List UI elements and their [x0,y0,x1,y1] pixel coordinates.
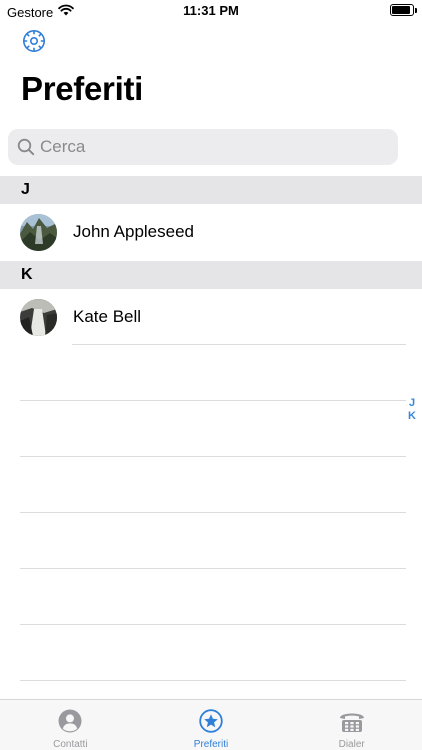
avatar [20,298,57,336]
phone-keypad-icon [338,708,366,734]
page-title: Preferiti [21,70,144,107]
battery-cap [415,8,417,13]
tab-contatti[interactable]: Contatti [0,700,141,750]
contact-name: John Appleseed [73,222,194,241]
avatar [20,213,57,251]
person-circle-icon [58,708,82,734]
contact-row-john-appleseed[interactable]: John Appleseed [0,204,422,260]
section-header-k: K [0,261,422,289]
tab-bar: Contatti Preferiti Dialer [0,699,422,750]
search-icon [17,137,37,157]
row-separator [20,624,406,625]
index-letter-k[interactable]: K [408,410,416,423]
row-separator [20,680,406,681]
tab-preferiti[interactable]: Preferiti [141,700,282,750]
contact-row-kate-bell[interactable]: Kate Bell [0,289,422,345]
tab-label: Dialer [338,739,365,750]
status-time: 11:31 PM [183,3,239,18]
search-input[interactable] [40,137,380,157]
contact-name: Kate Bell [73,307,142,326]
section-header-j: J [0,176,422,204]
index-letter-j[interactable]: J [409,397,415,410]
row-separator [20,568,406,569]
settings-button[interactable] [20,29,48,57]
section-index[interactable]: J K [407,397,417,423]
search-bar[interactable] [8,129,398,165]
row-separator [20,400,406,401]
row-separator [72,344,406,345]
star-circle-icon [199,708,223,734]
battery-icon [390,4,417,16]
row-separator [20,456,406,457]
tab-dialer[interactable]: Dialer [281,700,422,750]
tab-label: Preferiti [193,739,229,750]
row-separator [20,512,406,513]
status-bar: Gestore 11:31 PM [0,0,422,22]
battery-fill [392,6,410,14]
gear-icon [21,28,47,59]
tab-label: Contatti [53,739,88,750]
